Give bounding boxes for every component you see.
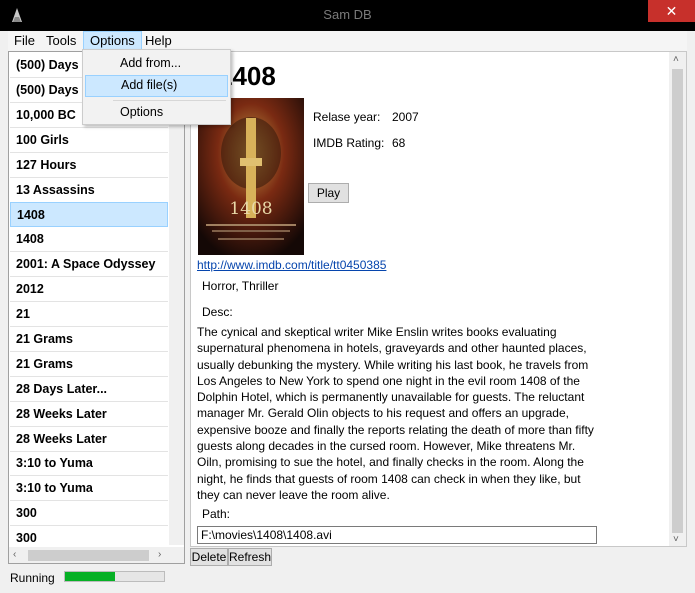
window-title: Sam DB <box>323 7 372 22</box>
scroll-left-icon[interactable]: ‹ <box>13 549 16 560</box>
list-item[interactable]: 300 <box>10 501 168 527</box>
release-year-value: 2007 <box>392 110 419 124</box>
list-item[interactable]: 1408 <box>10 227 168 253</box>
path-field[interactable]: F:\movies\1408\1408.avi <box>197 526 597 544</box>
list-item[interactable]: 2012 <box>10 277 168 303</box>
title-bar: Sam DB ✕ <box>0 0 695 31</box>
menu-item-add-files[interactable]: Add file(s) <box>85 75 228 97</box>
menu-options[interactable]: Options <box>83 31 142 51</box>
menu-help[interactable]: Help <box>139 31 178 51</box>
genres-text: Horror, Thriller <box>202 279 279 293</box>
movie-description: The cynical and skeptical writer Mike En… <box>197 325 594 502</box>
imdb-rating-value: 68 <box>392 136 406 150</box>
progress-fill <box>65 572 115 581</box>
play-button[interactable]: Play <box>308 183 349 203</box>
list-item[interactable]: 21 Grams <box>10 352 168 377</box>
path-label: Path: <box>202 507 231 521</box>
list-item[interactable]: 127 Hours <box>10 153 168 178</box>
list-item[interactable]: 21 <box>10 302 168 327</box>
list-horizontal-scrollbar[interactable]: ‹ › <box>9 547 184 563</box>
progress-bar <box>64 571 165 582</box>
detail-scroll-thumb[interactable] <box>672 69 683 533</box>
menu-tools[interactable]: Tools <box>40 31 82 51</box>
status-text: Running <box>10 571 55 585</box>
list-item[interactable]: 21 Grams <box>10 327 168 352</box>
status-bar: Running <box>0 566 695 593</box>
list-item[interactable]: 3:10 to Yuma <box>10 451 168 477</box>
delete-button[interactable]: Delete <box>190 548 228 566</box>
movie-detail-panel: 1408 1408 Relase year: 2007 IMDB Rating:… <box>190 51 687 547</box>
menu-item-add-from[interactable]: Add from... <box>85 53 228 75</box>
list-item[interactable]: 2001: A Space Odyssey <box>10 252 168 278</box>
list-item[interactable]: 28 Weeks Later <box>10 402 168 427</box>
list-item[interactable]: 1408 <box>10 202 168 228</box>
scroll-up-icon[interactable]: ˄ <box>673 54 679 65</box>
list-item[interactable]: 100 Girls <box>10 128 168 153</box>
list-item[interactable]: 28 Days Later... <box>10 377 168 402</box>
menu-separator <box>113 100 226 101</box>
scroll-right-icon[interactable]: › <box>158 549 161 560</box>
list-item[interactable]: 3:10 to Yuma <box>10 476 168 502</box>
scroll-down-icon[interactable]: ˅ <box>673 534 679 545</box>
refresh-button[interactable]: Refresh <box>228 548 272 566</box>
menu-bar: File Tools Options Help <box>8 31 687 51</box>
close-button[interactable]: ✕ <box>648 0 695 22</box>
menu-item-options[interactable]: Options <box>85 102 228 124</box>
movie-list[interactable]: (500) Days of Summer(500) Days of Summer… <box>8 51 185 564</box>
detail-vertical-scrollbar[interactable]: ˄ ˅ <box>669 52 686 546</box>
poster-title-text: 1408 <box>229 199 272 219</box>
release-year-label: Relase year: <box>313 110 381 124</box>
desc-label: Desc: <box>202 305 233 319</box>
options-dropdown-menu: Add from... Add file(s) Options <box>82 49 231 125</box>
list-scroll-thumb[interactable] <box>28 550 149 561</box>
imdb-rating-label: IMDB Rating: <box>313 136 385 150</box>
list-item[interactable]: 13 Assassins <box>10 178 168 203</box>
imdb-link[interactable]: http://www.imdb.com/title/tt0450385 <box>197 258 386 272</box>
menu-file[interactable]: File <box>8 31 41 51</box>
list-item[interactable]: 28 Weeks Later <box>10 427 168 452</box>
list-vertical-scrollbar[interactable] <box>169 52 184 545</box>
app-window: Sam DB ✕ File Tools Options Help (500) D… <box>0 0 695 593</box>
